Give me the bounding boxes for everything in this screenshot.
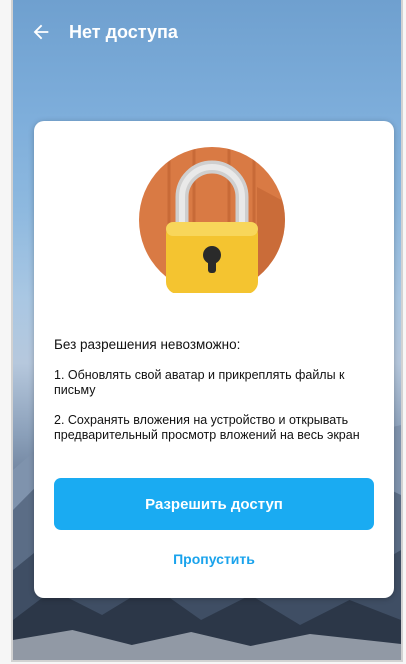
app-bar: Нет доступа	[13, 0, 401, 64]
padlock-icon	[139, 147, 285, 293]
page-title: Нет доступа	[69, 21, 178, 42]
app-screen: Нет доступа Без разрешения невозможно: 1…	[11, 0, 403, 662]
skip-link[interactable]: Пропустить	[54, 551, 374, 567]
list-item: 1. Обновлять свой аватар и прикреплять ф…	[54, 368, 345, 397]
dialog-heading: Без разрешения невозможно:	[54, 337, 241, 352]
allow-access-button[interactable]: Разрешить доступ	[54, 478, 374, 530]
back-button[interactable]	[21, 12, 61, 52]
list-item: 2. Сохранять вложения на устройство и от…	[54, 413, 360, 442]
arrow-left-icon	[33, 24, 49, 40]
permission-dialog: Без разрешения невозможно: 1. Обновлять …	[34, 121, 394, 598]
